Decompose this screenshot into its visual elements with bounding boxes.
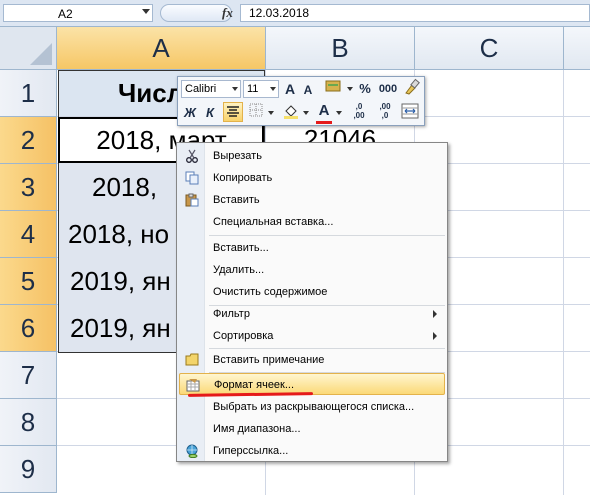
copy-icon — [185, 171, 199, 185]
menu-item-cut[interactable]: Вырезать — [179, 145, 445, 167]
font-size-value: 11 — [247, 83, 259, 95]
formula-input[interactable]: 12.03.2018 — [240, 4, 590, 22]
font-size-dropdown-icon[interactable] — [270, 87, 276, 91]
name-box-dropdown-icon[interactable] — [142, 9, 150, 14]
context-menu: Вырезать Копировать Вставить Специальная… — [176, 142, 448, 462]
bold-button[interactable]: Ж — [182, 103, 198, 123]
column-header-c[interactable]: C — [415, 27, 564, 70]
select-all-corner[interactable] — [0, 27, 57, 70]
menu-item-label: Удалить... — [213, 264, 265, 276]
menu-item-label: Вставить... — [213, 242, 269, 254]
scissors-icon — [185, 149, 199, 163]
thousands-separator-button[interactable]: 000 — [377, 79, 399, 99]
accounting-format-icon[interactable] — [324, 79, 344, 99]
menu-separator — [209, 235, 445, 236]
menu-item-delete[interactable]: Удалить... — [179, 259, 445, 281]
name-box[interactable]: A2 — [3, 4, 153, 22]
row-header-1[interactable]: 1 — [0, 70, 57, 117]
menu-item-label: Очистить содержимое — [213, 286, 328, 298]
menu-item-paste-special[interactable]: Специальная вставка... — [179, 211, 445, 233]
menu-item-name-range[interactable]: Имя диапазона... — [179, 418, 445, 440]
menu-item-sort[interactable]: Сортировка — [179, 325, 445, 347]
menu-item-paste[interactable]: Вставить — [179, 189, 445, 211]
row-header-7[interactable]: 7 — [0, 352, 57, 399]
merge-center-icon[interactable] — [400, 103, 420, 123]
menu-item-label: Копировать — [213, 172, 273, 184]
accounting-dropdown-icon[interactable] — [347, 87, 353, 91]
menu-item-label: Фильтр — [213, 308, 250, 320]
row-header-3[interactable]: 3 — [0, 164, 57, 211]
fill-color-icon[interactable] — [282, 103, 300, 123]
row-header-6[interactable]: 6 — [0, 305, 57, 352]
formula-bar: A2 fx 12.03.2018 — [0, 0, 590, 27]
borders-icon[interactable] — [248, 103, 264, 123]
percent-button[interactable]: % — [358, 79, 372, 99]
menu-item-label: Вставить — [213, 194, 260, 206]
column-header-d[interactable] — [564, 27, 590, 70]
menu-item-label: Выбрать из раскрывающегося списка... — [213, 401, 415, 413]
italic-button[interactable]: К — [202, 103, 218, 123]
format-painter-icon[interactable] — [402, 78, 422, 98]
font-name-value: Calibri — [185, 83, 217, 95]
submenu-arrow-icon — [433, 310, 437, 318]
font-color-dropdown-icon[interactable] — [336, 111, 342, 115]
shrink-font-button[interactable]: A — [302, 80, 314, 100]
menu-item-label: Вставить примечание — [213, 354, 325, 366]
submenu-arrow-icon — [433, 332, 437, 340]
row-header-5[interactable]: 5 — [0, 258, 57, 305]
row-header-4[interactable]: 4 — [0, 211, 57, 258]
column-header-b[interactable]: B — [266, 27, 415, 70]
format-cells-icon — [186, 378, 200, 392]
menu-item-label: Гиперссылка... — [213, 445, 289, 457]
menu-item-label: Сортировка — [213, 330, 274, 342]
align-center-button[interactable] — [223, 102, 243, 122]
column-header-a[interactable]: A — [57, 27, 266, 70]
decrease-decimal-button[interactable]: ,00 ,0 — [374, 102, 396, 122]
row-header-8[interactable]: 8 — [0, 399, 57, 446]
menu-item-label: Имя диапазона... — [213, 423, 301, 435]
menu-item-insert[interactable]: Вставить... — [179, 237, 445, 259]
comment-icon — [185, 353, 199, 367]
borders-dropdown-icon[interactable] — [268, 111, 274, 115]
mini-toolbar: Calibri 11 A A % 000 Ж К A ,0 ,00 ,00 ,0 — [177, 76, 425, 126]
menu-item-copy[interactable]: Копировать — [179, 167, 445, 189]
hyperlink-icon — [185, 444, 199, 459]
fill-color-dropdown-icon[interactable] — [303, 111, 309, 115]
row-header-2[interactable]: 2 — [0, 117, 57, 164]
paste-icon — [185, 193, 199, 207]
row-header-9[interactable]: 9 — [0, 446, 57, 493]
menu-item-label: Вырезать — [213, 150, 262, 162]
grow-font-button[interactable]: A — [283, 79, 297, 99]
insert-function-icon[interactable]: fx — [222, 5, 233, 21]
font-color-button[interactable]: A — [316, 101, 332, 121]
menu-item-filter[interactable]: Фильтр — [179, 303, 445, 325]
menu-item-insert-comment[interactable]: Вставить примечание — [179, 349, 445, 371]
menu-item-label: Специальная вставка... — [213, 216, 334, 228]
font-name-dropdown-icon[interactable] — [232, 87, 238, 91]
menu-item-clear-contents[interactable]: Очистить содержимое — [179, 281, 445, 303]
menu-item-hyperlink[interactable]: Гиперссылка... — [179, 440, 445, 462]
gridline — [563, 70, 564, 495]
menu-item-pick-from-list[interactable]: Выбрать из раскрывающегося списка... — [179, 396, 445, 418]
font-color-swatch — [316, 121, 332, 124]
increase-decimal-button[interactable]: ,0 ,00 — [348, 102, 370, 122]
